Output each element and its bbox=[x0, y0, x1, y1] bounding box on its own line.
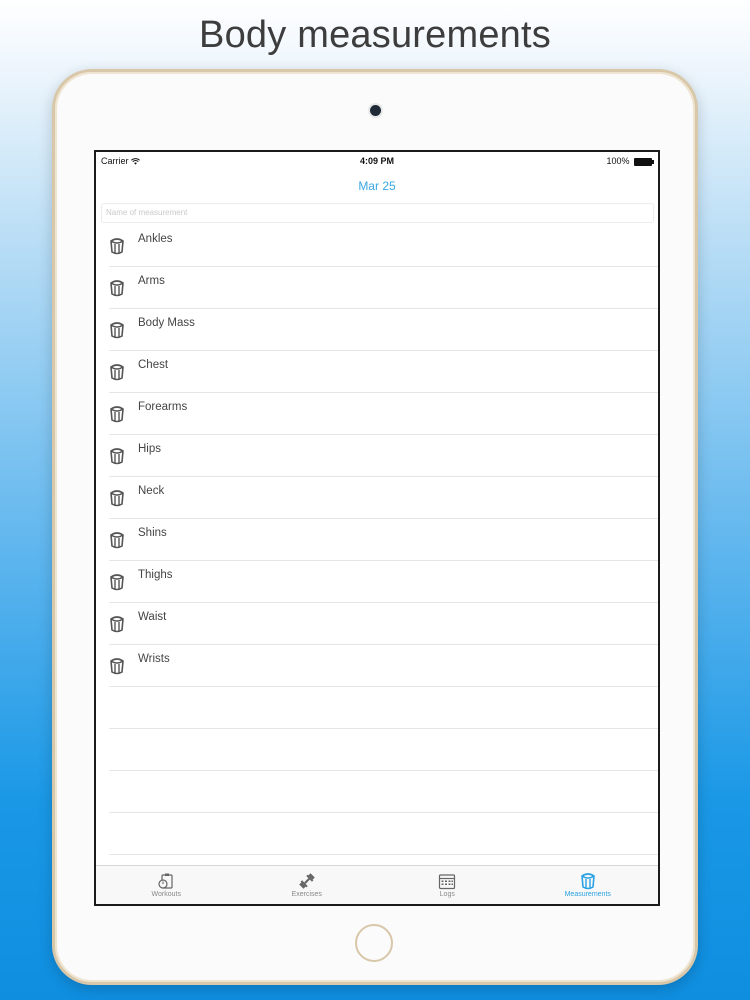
measuring-tape-icon bbox=[109, 321, 125, 339]
tab-bar: Workouts Exercises Logs Measurements bbox=[96, 865, 658, 904]
tab-measurements[interactable]: Measurements bbox=[518, 866, 659, 904]
measurement-label: Neck bbox=[138, 485, 165, 497]
empty-row bbox=[109, 687, 658, 729]
home-button[interactable] bbox=[355, 924, 393, 962]
nav-date-title[interactable]: Mar 25 bbox=[96, 179, 658, 193]
tab-label: Logs bbox=[439, 891, 455, 898]
measurement-row[interactable]: Chest bbox=[109, 351, 658, 393]
measurement-label: Chest bbox=[138, 359, 169, 371]
measuring-tape-icon bbox=[109, 657, 125, 675]
measurement-row[interactable]: Neck bbox=[109, 477, 658, 519]
measurement-label: Shins bbox=[138, 527, 167, 539]
tab-label: Workouts bbox=[151, 891, 181, 898]
measurement-row[interactable]: Hips bbox=[109, 435, 658, 477]
measuring-tape-icon bbox=[109, 279, 125, 297]
stopwatch-clipboard-icon bbox=[157, 872, 175, 890]
empty-row bbox=[109, 729, 658, 771]
measurement-label: Wrists bbox=[138, 653, 170, 665]
promo-headline: Body measurements bbox=[199, 14, 551, 56]
measuring-tape-icon bbox=[109, 447, 125, 465]
empty-row bbox=[109, 771, 658, 813]
tab-exercises[interactable]: Exercises bbox=[237, 866, 378, 904]
measuring-tape-icon bbox=[109, 489, 125, 507]
measurement-label: Ankles bbox=[138, 233, 173, 245]
tab-label: Measurements bbox=[564, 891, 611, 898]
measuring-tape-icon bbox=[109, 615, 125, 633]
measurement-row[interactable]: Waist bbox=[109, 603, 658, 645]
measuring-tape-icon bbox=[579, 872, 597, 890]
measuring-tape-icon bbox=[109, 531, 125, 549]
measuring-tape-icon bbox=[109, 405, 125, 423]
measurement-label: Forearms bbox=[138, 401, 188, 413]
measurement-row[interactable]: Forearms bbox=[109, 393, 658, 435]
front-camera bbox=[370, 105, 381, 116]
measurement-row[interactable]: Ankles bbox=[109, 225, 658, 267]
measuring-tape-icon bbox=[109, 237, 125, 255]
calendar-icon bbox=[438, 872, 456, 890]
measurement-label: Waist bbox=[138, 611, 167, 623]
measurement-label: Arms bbox=[138, 275, 165, 287]
measurement-label: Thighs bbox=[138, 569, 173, 581]
battery-percent: 100% bbox=[606, 156, 630, 166]
battery-icon bbox=[634, 157, 654, 166]
dumbbell-icon bbox=[298, 872, 316, 890]
empty-row bbox=[109, 813, 658, 855]
measuring-tape-icon bbox=[109, 363, 125, 381]
measurement-row[interactable]: Shins bbox=[109, 519, 658, 561]
measurement-label: Body Mass bbox=[138, 317, 195, 329]
measurement-label: Hips bbox=[138, 443, 162, 455]
measurement-list: Ankles Arms Body Mass Chest Forearms Hips Neck… bbox=[109, 225, 658, 897]
measurement-row[interactable]: Body Mass bbox=[109, 309, 658, 351]
measurement-row[interactable]: Arms bbox=[109, 267, 658, 309]
tab-label: Exercises bbox=[291, 891, 322, 898]
tab-logs[interactable]: Logs bbox=[377, 866, 518, 904]
status-bar: Carrier 4:09 PM 100% bbox=[96, 152, 658, 170]
measurement-row[interactable]: Thighs bbox=[109, 561, 658, 603]
search-input[interactable]: Name of measurement bbox=[101, 203, 654, 223]
measuring-tape-icon bbox=[109, 573, 125, 591]
app-screen: Carrier 4:09 PM 100% Mar 25 Name of meas… bbox=[94, 150, 660, 906]
tab-workouts[interactable]: Workouts bbox=[96, 866, 237, 904]
status-time: 4:09 PM bbox=[359, 156, 394, 166]
measurement-row[interactable]: Wrists bbox=[109, 645, 658, 687]
ipad-device-frame: Carrier 4:09 PM 100% Mar 25 Name of meas… bbox=[52, 69, 698, 985]
status-battery: 100% bbox=[606, 156, 654, 166]
